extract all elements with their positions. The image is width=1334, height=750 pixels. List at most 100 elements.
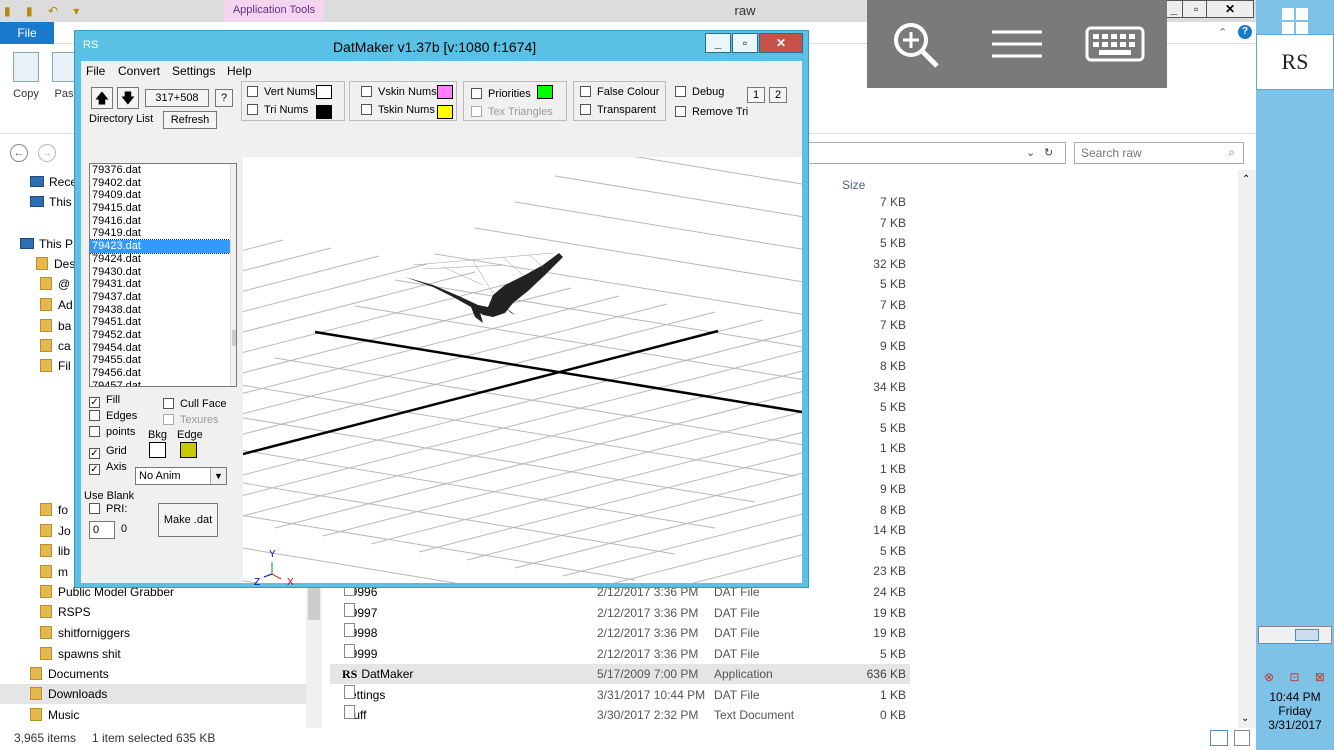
refresh-button[interactable]: Refresh: [163, 111, 217, 129]
scroll-down-icon[interactable]: ⌄: [1241, 713, 1249, 724]
datmaker-minimize-button[interactable]: _: [705, 33, 731, 53]
vskin-nums-color-swatch[interactable]: [437, 85, 453, 99]
nav-item[interactable]: This: [30, 192, 72, 212]
scroll-up-arrow-button[interactable]: 🡅: [91, 87, 113, 109]
menu-help[interactable]: Help: [227, 64, 252, 78]
directory-list-item[interactable]: 79409.dat: [90, 189, 236, 202]
zoom-in-icon[interactable]: [887, 16, 947, 72]
remove-tri-checkbox[interactable]: Remove Tri: [675, 106, 748, 118]
directory-list-item[interactable]: 79416.dat: [90, 215, 236, 228]
page-1-button[interactable]: 1: [747, 87, 765, 103]
datmaker-maximize-button[interactable]: ▫: [732, 33, 758, 53]
dir-scroll-thumb[interactable]: [232, 330, 236, 346]
quick-access-toolbar[interactable]: ▮ ▮ ↶ ▾: [4, 4, 85, 18]
points-checkbox[interactable]: points: [89, 426, 135, 438]
forward-icon[interactable]: →: [38, 144, 56, 162]
application-tools-context-tab[interactable]: Application Tools: [224, 0, 324, 22]
nav-item[interactable]: Documents: [30, 664, 109, 684]
directory-list-item[interactable]: 79452.dat: [90, 329, 236, 342]
directory-list-item[interactable]: 79455.dat: [90, 354, 236, 367]
file-row[interactable]: 89999 2/12/2017 3:36 PM DAT File 5 KB: [330, 643, 910, 664]
anim-dropdown-icon[interactable]: ▼: [210, 468, 226, 484]
menu-convert[interactable]: Convert: [118, 64, 160, 78]
vert-nums-checkbox[interactable]: Vert Nums: [247, 86, 315, 98]
datmaker-title-bar[interactable]: RS DatMaker v1.37b [v:1080 f:1674] _ ▫ ✕: [75, 31, 808, 61]
nav-item[interactable]: @: [40, 274, 70, 294]
keyboard-icon[interactable]: [1083, 16, 1147, 72]
coordinate-button[interactable]: 317+508: [145, 89, 209, 107]
nav-item[interactable]: spawns shit: [40, 644, 121, 664]
directory-list-item[interactable]: 79419.dat: [90, 227, 236, 240]
nav-item[interactable]: Fil: [40, 356, 71, 376]
directory-list-item[interactable]: 79415.dat: [90, 202, 236, 215]
vskin-nums-checkbox[interactable]: Vskin Nums: [361, 86, 437, 98]
nav-item[interactable]: ba: [40, 316, 71, 336]
details-view-icon[interactable]: [1210, 730, 1228, 746]
nav-item[interactable]: Rece: [30, 172, 77, 192]
side-horizontal-scrollbar[interactable]: [1258, 626, 1332, 644]
pri-checkbox[interactable]: PRI:: [89, 503, 127, 515]
collapse-ribbon-icon[interactable]: ⌃: [1218, 26, 1227, 39]
datmaker-close-button[interactable]: ✕: [759, 33, 803, 53]
help-question-button[interactable]: ?: [215, 89, 233, 107]
address-bar[interactable]: ⌄ ↻: [808, 142, 1066, 164]
scroll-up-icon[interactable]: ⌃: [1242, 174, 1250, 185]
directory-list-item[interactable]: 79456.dat: [90, 367, 236, 380]
file-list-scrollbar[interactable]: ⌃ ⌄: [1238, 170, 1256, 728]
nav-item[interactable]: Ad: [40, 295, 73, 315]
side-scroll-thumb[interactable]: [1295, 629, 1319, 641]
directory-list-item[interactable]: 79402.dat: [90, 177, 236, 190]
windows-start-icon[interactable]: [1282, 8, 1308, 34]
edges-checkbox[interactable]: Edges: [89, 410, 137, 422]
clock[interactable]: 10:44 PM Friday 3/31/2017: [1256, 690, 1334, 732]
dir-scroll-up-icon[interactable]: ⌃: [234, 165, 236, 176]
address-dropdown-icon[interactable]: ⌄: [1026, 146, 1035, 159]
tri-nums-color-swatch[interactable]: [316, 105, 332, 119]
menu-settings[interactable]: Settings: [172, 64, 215, 78]
viewport-canvas[interactable]: [0, 123, 1334, 737]
edge-color-swatch[interactable]: [180, 442, 197, 458]
copy-button[interactable]: Copy: [8, 52, 44, 100]
priorities-checkbox[interactable]: Priorities: [471, 88, 531, 100]
nav-item[interactable]: Music: [30, 705, 79, 725]
page-2-button[interactable]: 2: [769, 87, 787, 103]
directory-list-item[interactable]: 79437.dat: [90, 291, 236, 304]
tskin-nums-color-swatch[interactable]: [437, 105, 453, 119]
transparent-checkbox[interactable]: Transparent: [580, 104, 656, 116]
file-tab[interactable]: File: [0, 22, 54, 44]
file-row[interactable]: 89998 2/12/2017 3:36 PM DAT File 19 KB: [330, 623, 910, 643]
nav-item[interactable]: fo: [40, 500, 68, 520]
nav-item[interactable]: This P: [20, 234, 73, 254]
directory-list-item[interactable]: 79376.dat: [90, 164, 236, 177]
directory-list-item[interactable]: 79451.dat: [90, 316, 236, 329]
directory-list-item[interactable]: 79424.dat: [90, 253, 236, 266]
menu-file[interactable]: File: [86, 64, 105, 78]
cull-face-checkbox[interactable]: Cull Face: [163, 398, 226, 410]
directory-listbox[interactable]: 79376.dat 79402.dat 79409.dat 79415.dat 7941…: [89, 163, 237, 387]
file-row[interactable]: RS DatMaker 5/17/2009 7:00 PM Application 63…: [330, 664, 910, 684]
large-icons-view-icon[interactable]: [1234, 730, 1250, 746]
file-row[interactable]: stuff 3/30/2017 2:32 PM Text Document 0 KB: [330, 705, 910, 725]
directory-list-item[interactable]: 79438.dat: [90, 304, 236, 317]
grid-checkbox[interactable]: ✓ Grid: [89, 445, 127, 459]
directory-list-item[interactable]: 79454.dat: [90, 342, 236, 355]
explorer-close-button[interactable]: ✕: [1206, 0, 1254, 18]
help-icon[interactable]: ?: [1238, 25, 1252, 39]
debug-checkbox[interactable]: Debug: [675, 86, 724, 98]
nav-item[interactable]: m: [40, 562, 68, 582]
nav-item[interactable]: lib: [40, 541, 70, 561]
3d-viewport[interactable]: Y Z X: [0, 123, 1334, 737]
bkg-color-swatch[interactable]: [149, 442, 166, 458]
directory-list-item[interactable]: 79457.dat: [90, 380, 236, 386]
pri-input[interactable]: 0: [89, 521, 115, 539]
back-icon[interactable]: ←: [10, 144, 28, 162]
directory-scrollbar[interactable]: ⌃ ⌄: [230, 164, 236, 386]
directory-list-item[interactable]: 79431.dat: [90, 278, 236, 291]
directory-list-item[interactable]: 79430.dat: [90, 266, 236, 279]
tex-triangles-checkbox[interactable]: Tex Triangles: [471, 106, 553, 118]
search-input[interactable]: Search raw ⌕: [1074, 142, 1244, 164]
texures-checkbox[interactable]: Texures: [163, 414, 219, 426]
nav-item[interactable]: ca: [40, 336, 71, 356]
nav-item[interactable]: RSPS: [40, 602, 91, 622]
axis-checkbox[interactable]: ✓ Axis: [89, 461, 127, 475]
